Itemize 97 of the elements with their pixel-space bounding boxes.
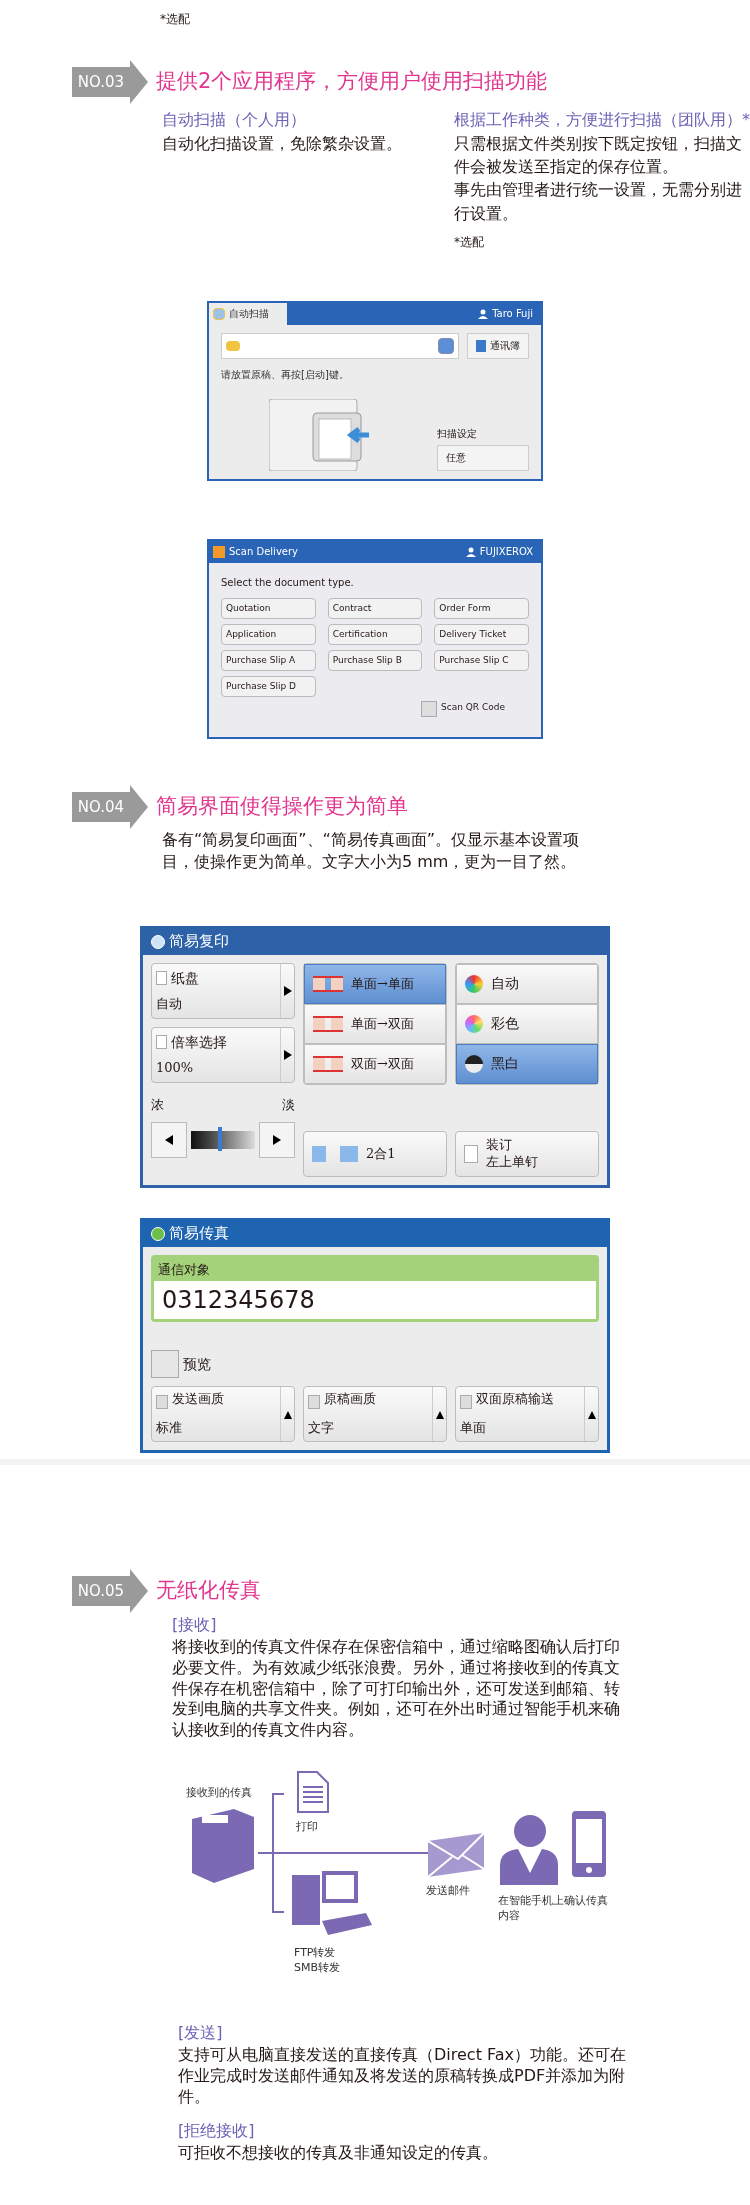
destination-field[interactable] [221, 332, 459, 359]
subsection-heading: [拒绝接收] [178, 2120, 256, 2143]
section-text: 支持可从电脑直接发送的直接传真（Direct Fax）功能。还可在作业完成时发送邮件通知及将发送的原稿转换成PDF并添加为附件。 [178, 2045, 627, 2108]
document-type-button[interactable]: Contract [327, 597, 423, 619]
fax-setting-button[interactable]: 原稿画质 文字 [303, 1386, 447, 1443]
footnote: *选配 [454, 233, 485, 251]
arrow-up-icon [587, 1409, 596, 1420]
section-title: 提供2个应用程序，方便用户使用扫描功能 [156, 68, 548, 96]
density-thumb[interactable] [217, 1127, 222, 1152]
section-text: 可拒收不想接收的传真及非通知设定的传真。 [178, 2143, 499, 2165]
document-type-button[interactable]: Order Form [434, 597, 529, 619]
envelope-icon [428, 1833, 484, 1877]
person-icon [500, 1813, 558, 1885]
document-type-button[interactable]: Purchase Slip A [221, 649, 316, 671]
document-type-button[interactable]: Application [221, 623, 316, 645]
scan-setting-label: 扫描设定 [437, 426, 478, 441]
arrow-up-icon [435, 1409, 444, 1420]
book-icon [476, 339, 486, 352]
color-mode-option[interactable]: 自动 [456, 963, 598, 1004]
column-heading: 根据工作种类，方便进行扫描（团队用）* [454, 109, 750, 131]
section-title: 无纸化传真 [156, 1577, 261, 1605]
page-icon [313, 1055, 343, 1072]
section-title: 简易界面使得操作更为简单 [156, 793, 408, 820]
preview-label: 预览 [183, 1354, 211, 1374]
pages-icon [312, 1145, 358, 1162]
darker-button[interactable] [151, 1122, 187, 1159]
staple-button[interactable]: 装订 左上单钉 [455, 1130, 599, 1177]
fax-app-icon [151, 1226, 165, 1241]
n-up-button[interactable]: 2合1 [303, 1130, 447, 1177]
column-text: 事先由管理者进行统一设置，无需分别进行设置。 [454, 179, 743, 225]
send-mail-label: 发送邮件 [426, 1883, 470, 1899]
subsection-heading: [接收] [172, 1614, 218, 1637]
paper-icon [156, 1035, 167, 1050]
scan-setting-button[interactable]: 任意 [437, 444, 529, 471]
page-icon [313, 1015, 343, 1032]
sheet-icon [464, 1144, 478, 1163]
fax-setting-button[interactable]: 双面原稿输送 单面 [455, 1386, 599, 1443]
user-icon [465, 546, 476, 557]
section-text: 备有“简易复印画面”、“简易传真画面”。仅显示基本设置项目，使操作更为简单。文字大小为5 mm，更为一目了然。 [162, 828, 581, 874]
copy-setting-button[interactable]: 纸盘 自动 [151, 962, 295, 1019]
prompt-text: Select the document type. [221, 575, 355, 590]
color-mode-option[interactable]: 彩色 [456, 1003, 598, 1044]
screen-title: 简易复印 [169, 931, 229, 953]
setting-icon [308, 1395, 320, 1410]
light-label: 淡 [282, 1095, 295, 1114]
duplex-option[interactable]: 双面→双面 [304, 1043, 446, 1084]
column-text: 只需根据文件类别按下既定按钮，扫描文件会被发送至指定的保存位置。 [454, 133, 743, 179]
arrow-right-icon [273, 1135, 281, 1146]
user-name: Taro Fuji [492, 307, 533, 322]
phone-check-label: 在智能手机上确认传真内容 [498, 1893, 609, 1924]
column-text: 自动化扫描设置，免除繁杂设置。 [162, 133, 403, 155]
arrow-left-icon [165, 1135, 173, 1146]
print-label: 打印 [296, 1819, 318, 1835]
document-type-button[interactable]: Purchase Slip C [434, 649, 529, 671]
duplex-option[interactable]: 单面→单面 [304, 963, 446, 1004]
app-icon [213, 545, 225, 558]
subsection-heading: [发送] [178, 2022, 224, 2044]
envelope-icon [226, 340, 240, 351]
document-type-button[interactable]: Purchase Slip D [221, 675, 316, 697]
app-title: Scan Delivery [229, 545, 298, 560]
arrow-right-icon [283, 1049, 292, 1060]
footnote: *选配 [160, 11, 191, 28]
instruction-text: 请放置原稿、再按[启动]键。 [221, 367, 350, 382]
fax-label: 接收到的传真 [186, 1785, 252, 1801]
recipient-label: 通信对象 [157, 1260, 211, 1279]
paper-icon [156, 971, 167, 986]
user-icon [478, 308, 489, 319]
setting-icon [460, 1395, 472, 1410]
forward-label: FTP转发 SMB转发 [294, 1945, 341, 1976]
screen-title: 简易传真 [169, 1223, 229, 1245]
qr-label: Scan QR Code [441, 700, 505, 714]
arrow-right-icon [283, 985, 292, 996]
recipient-field[interactable]: 0312345678 [154, 1281, 596, 1320]
document-type-button[interactable]: Quotation [221, 597, 316, 619]
app-tab[interactable]: 自动扫描 [209, 302, 287, 325]
preview-checkbox[interactable] [151, 1350, 179, 1379]
dark-label: 浓 [151, 1095, 164, 1114]
page-icon [313, 975, 343, 992]
document-type-button[interactable]: Purchase Slip B [327, 649, 423, 671]
section-text: 将接收到的传真文件保存在保密信箱中，通过缩略图确认后打印必要文件。为有效减少纸张浪费。另外，通过将接收到的传真文件保存在机密信箱中，除了可打印输出外，还可发送到邮箱、转发到电脑的共享文件夹。例如，还可在外出时通过智能手机来确认接收到的传真文件内容。 [172, 1637, 621, 1741]
lighter-button[interactable] [259, 1122, 295, 1159]
duplex-option[interactable]: 单面→双面 [304, 1003, 446, 1044]
copy-app-icon [151, 934, 165, 949]
user-name: FUJIXEROX [479, 545, 533, 560]
document-type-button[interactable]: Delivery Ticket [434, 623, 529, 645]
document-type-button[interactable]: Certification [327, 623, 423, 645]
copy-setting-button[interactable]: 倍率选择 100% [151, 1026, 295, 1083]
document-icon [297, 1771, 329, 1813]
arrow-up-icon [283, 1409, 292, 1420]
column-heading: 自动扫描（个人用） [162, 109, 307, 131]
setting-icon [156, 1395, 168, 1410]
scan-app-icon [213, 307, 225, 320]
color-mode-option[interactable]: 黑白 [456, 1043, 598, 1084]
smartphone-icon [572, 1811, 606, 1877]
address-book-button[interactable]: 通讯簿 [467, 332, 529, 359]
qr-checkbox[interactable] [421, 700, 437, 717]
fax-setting-button[interactable]: 发送画质 标准 [151, 1386, 295, 1443]
